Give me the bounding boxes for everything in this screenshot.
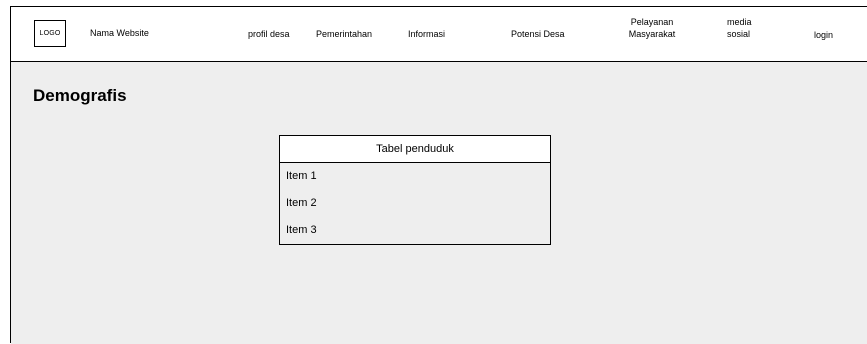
table-header: Tabel penduduk: [280, 136, 550, 163]
login-link[interactable]: login: [814, 29, 833, 41]
logo[interactable]: LOGO: [34, 20, 66, 47]
site-header: LOGO Nama Website profil desa Pemerintah…: [11, 7, 867, 62]
nav-item-potensi-desa[interactable]: Potensi Desa: [511, 28, 565, 40]
nav-item-profil-desa[interactable]: profil desa: [248, 28, 290, 40]
site-name[interactable]: Nama Website: [90, 28, 149, 38]
nav-label-line2: Masyarakat: [628, 29, 676, 39]
nav-item-pemerintahan[interactable]: Pemerintahan: [316, 28, 372, 40]
population-table: Tabel penduduk Item 1 Item 2 Item 3: [279, 135, 551, 245]
nav-label-line2: sosial: [727, 29, 751, 39]
nav-label-line1: Pelayanan: [630, 17, 674, 27]
table-row[interactable]: Item 3: [280, 217, 550, 244]
main-content: Demografis Tabel penduduk Item 1 Item 2 …: [11, 62, 867, 344]
nav-item-media-sosial[interactable]: media sosial: [727, 16, 761, 40]
nav-item-pelayanan-masyarakat[interactable]: Pelayanan Masyarakat: [619, 16, 685, 40]
table-row[interactable]: Item 1: [280, 163, 550, 190]
nav-item-informasi[interactable]: Informasi: [408, 28, 445, 40]
page-frame: LOGO Nama Website profil desa Pemerintah…: [10, 6, 867, 344]
nav-label-line1: media: [727, 17, 752, 27]
page-title: Demografis: [33, 86, 127, 105]
table-row[interactable]: Item 2: [280, 190, 550, 217]
